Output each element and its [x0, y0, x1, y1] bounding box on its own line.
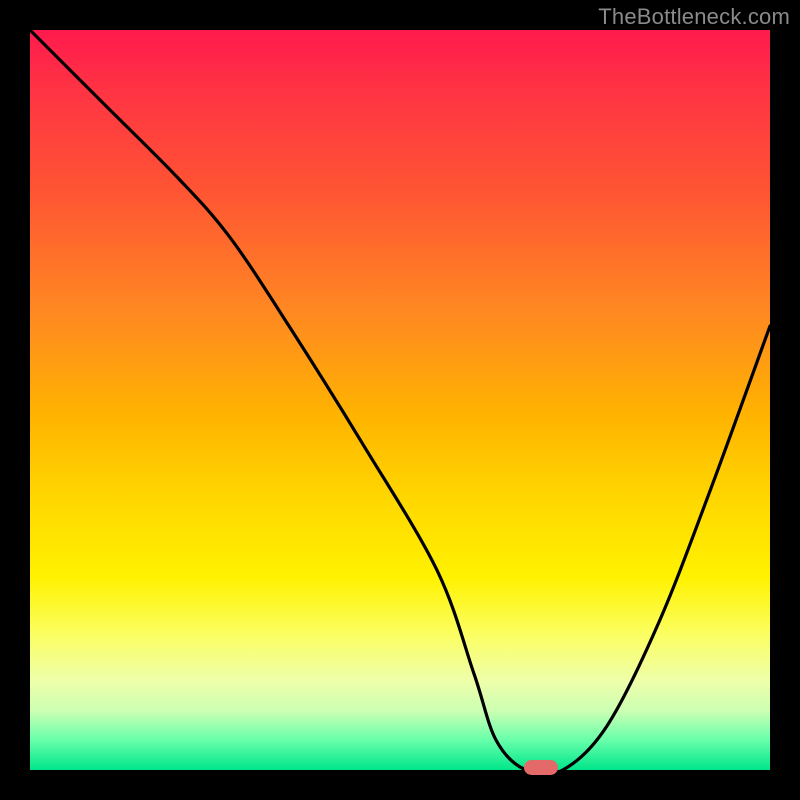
bottleneck-curve-path	[30, 30, 770, 770]
chart-curve	[30, 30, 770, 770]
optimal-point-marker	[524, 760, 558, 775]
watermark-text: TheBottleneck.com	[598, 4, 790, 30]
chart-frame	[30, 30, 770, 770]
